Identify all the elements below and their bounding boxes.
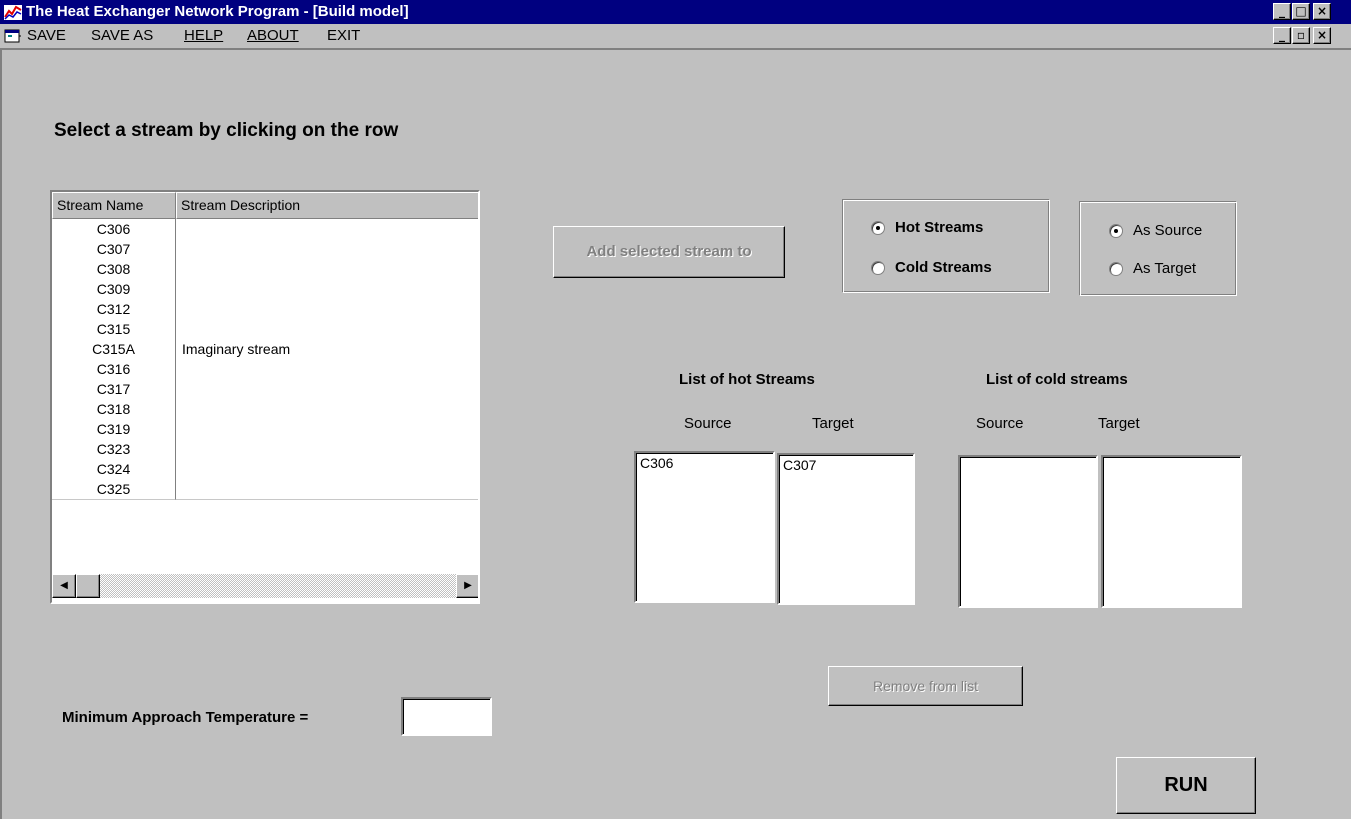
stream-name-cell[interactable]: C323 [52, 439, 176, 460]
table-row[interactable]: C323 [52, 439, 478, 460]
run-button[interactable]: RUN [1116, 757, 1256, 814]
radio-circle-icon[interactable] [871, 221, 885, 235]
min-approach-temperature-label: Minimum Approach Temperature = [62, 709, 309, 726]
minimize-button[interactable]: _ [1273, 3, 1291, 20]
stream-grid[interactable]: Stream Name Stream Description C306 C307 C… [50, 190, 480, 604]
hot-source-listbox[interactable]: C306 [634, 451, 775, 603]
stream-role-group: As Source As Target [1079, 201, 1237, 296]
remove-from-list-button[interactable]: Remove from list [828, 666, 1023, 706]
title-bar: The Heat Exchanger Network Program - [Bu… [0, 0, 1351, 24]
table-row[interactable]: C315 [52, 319, 478, 340]
stream-name-cell[interactable]: C307 [52, 239, 176, 260]
stream-description-cell[interactable] [176, 439, 478, 460]
stream-description-cell[interactable] [176, 279, 478, 300]
stream-description-cell[interactable] [176, 459, 478, 480]
hot-source-label: Source [684, 415, 732, 432]
stream-name-cell[interactable]: C306 [52, 219, 176, 240]
cold-target-listbox[interactable] [1101, 455, 1242, 608]
stream-description-cell[interactable] [176, 479, 478, 500]
stream-description-cell[interactable] [176, 419, 478, 440]
radio-circle-icon[interactable] [1109, 224, 1123, 238]
hot-target-label: Target [812, 415, 854, 432]
grid-header: Stream Name Stream Description [52, 192, 478, 219]
table-row[interactable]: C308 [52, 259, 478, 280]
radio-cold-streams-label: Cold Streams [895, 259, 992, 276]
table-row[interactable]: C325 [52, 479, 478, 500]
list-item[interactable]: C307 [783, 457, 909, 473]
stream-description-cell[interactable] [176, 239, 478, 260]
cold-target-label: Target [1098, 415, 1140, 432]
stream-description-cell[interactable] [176, 259, 478, 280]
table-row[interactable]: C319 [52, 419, 478, 440]
scroll-right-arrow-icon[interactable]: ▶ [456, 574, 478, 598]
column-header-stream-description[interactable]: Stream Description [176, 192, 478, 219]
stream-name-cell[interactable]: C315A [52, 339, 176, 360]
stream-name-cell[interactable]: C325 [52, 479, 176, 500]
cold-source-label: Source [976, 415, 1024, 432]
instruction-label: Select a stream by clicking on the row [54, 120, 399, 141]
table-row[interactable]: C316 [52, 359, 478, 380]
grid-horizontal-scrollbar[interactable]: ◀ ▶ [52, 574, 478, 598]
radio-dot-icon [876, 226, 880, 230]
radio-hot-streams-label: Hot Streams [895, 219, 984, 236]
horizontal-scroll-thumb[interactable] [76, 574, 100, 598]
chart-line-icon [4, 5, 22, 20]
list-item[interactable]: C306 [640, 455, 769, 471]
menu-about[interactable]: ABOUT [247, 27, 299, 44]
mdi-close-button[interactable]: × [1313, 27, 1331, 44]
radio-as-source-label: As Source [1133, 222, 1203, 239]
add-selected-stream-button[interactable]: Add selected stream to [553, 226, 785, 278]
menu-exit[interactable]: EXIT [327, 27, 360, 44]
scroll-left-arrow-icon[interactable]: ◀ [52, 574, 76, 598]
radio-dot-icon [1114, 229, 1118, 233]
radio-circle-icon[interactable] [1109, 262, 1123, 276]
radio-as-target-label: As Target [1133, 260, 1197, 277]
min-approach-temperature-input[interactable] [401, 697, 492, 736]
table-row[interactable]: C309 [52, 279, 478, 300]
stream-name-cell[interactable]: C312 [52, 299, 176, 320]
table-row[interactable]: C318 [52, 399, 478, 420]
menu-save[interactable]: SAVE [27, 27, 66, 44]
mdi-minimize-button[interactable]: _ [1273, 27, 1291, 44]
close-button[interactable]: × [1313, 3, 1331, 20]
stream-name-cell[interactable]: C315 [52, 319, 176, 340]
menu-bar: SAVE SAVE AS HELP ABOUT EXIT _ ▫ × [0, 24, 1351, 48]
stream-description-cell[interactable] [176, 379, 478, 400]
table-row[interactable]: C312 [52, 299, 478, 320]
stream-description-cell[interactable] [176, 319, 478, 340]
hot-target-listbox[interactable]: C307 [777, 453, 915, 605]
mdi-restore-button[interactable]: ▫ [1292, 27, 1310, 44]
stream-description-cell[interactable] [176, 399, 478, 420]
table-row[interactable]: C317 [52, 379, 478, 400]
stream-name-cell[interactable]: C317 [52, 379, 176, 400]
radio-circle-icon[interactable] [871, 261, 885, 275]
stream-description-cell[interactable] [176, 359, 478, 380]
stream-name-cell[interactable]: C319 [52, 419, 176, 440]
maximize-button[interactable]: □ [1292, 3, 1310, 20]
cold-streams-heading: List of cold streams [986, 371, 1128, 388]
stream-name-cell[interactable]: C316 [52, 359, 176, 380]
stream-description-cell[interactable] [176, 219, 478, 240]
hot-streams-heading: List of hot Streams [679, 371, 815, 388]
stream-type-group: Hot Streams Cold Streams [842, 199, 1050, 293]
window-title: The Heat Exchanger Network Program - [Bu… [26, 3, 409, 20]
column-header-stream-name[interactable]: Stream Name [52, 192, 176, 219]
cold-source-listbox[interactable] [958, 455, 1098, 608]
stream-name-cell[interactable]: C309 [52, 279, 176, 300]
menu-help[interactable]: HELP [184, 27, 223, 44]
stream-name-cell[interactable]: C318 [52, 399, 176, 420]
stream-name-cell[interactable]: C308 [52, 259, 176, 280]
stream-description-cell[interactable]: Imaginary stream [176, 339, 478, 360]
table-row[interactable]: C324 [52, 459, 478, 480]
table-row[interactable]: C315A Imaginary stream [52, 339, 478, 360]
menu-save-as[interactable]: SAVE AS [91, 27, 153, 44]
document-icon[interactable] [4, 28, 22, 44]
table-row[interactable]: C306 [52, 219, 478, 240]
table-row[interactable]: C307 [52, 239, 478, 260]
stream-description-cell[interactable] [176, 299, 478, 320]
stream-name-cell[interactable]: C324 [52, 459, 176, 480]
